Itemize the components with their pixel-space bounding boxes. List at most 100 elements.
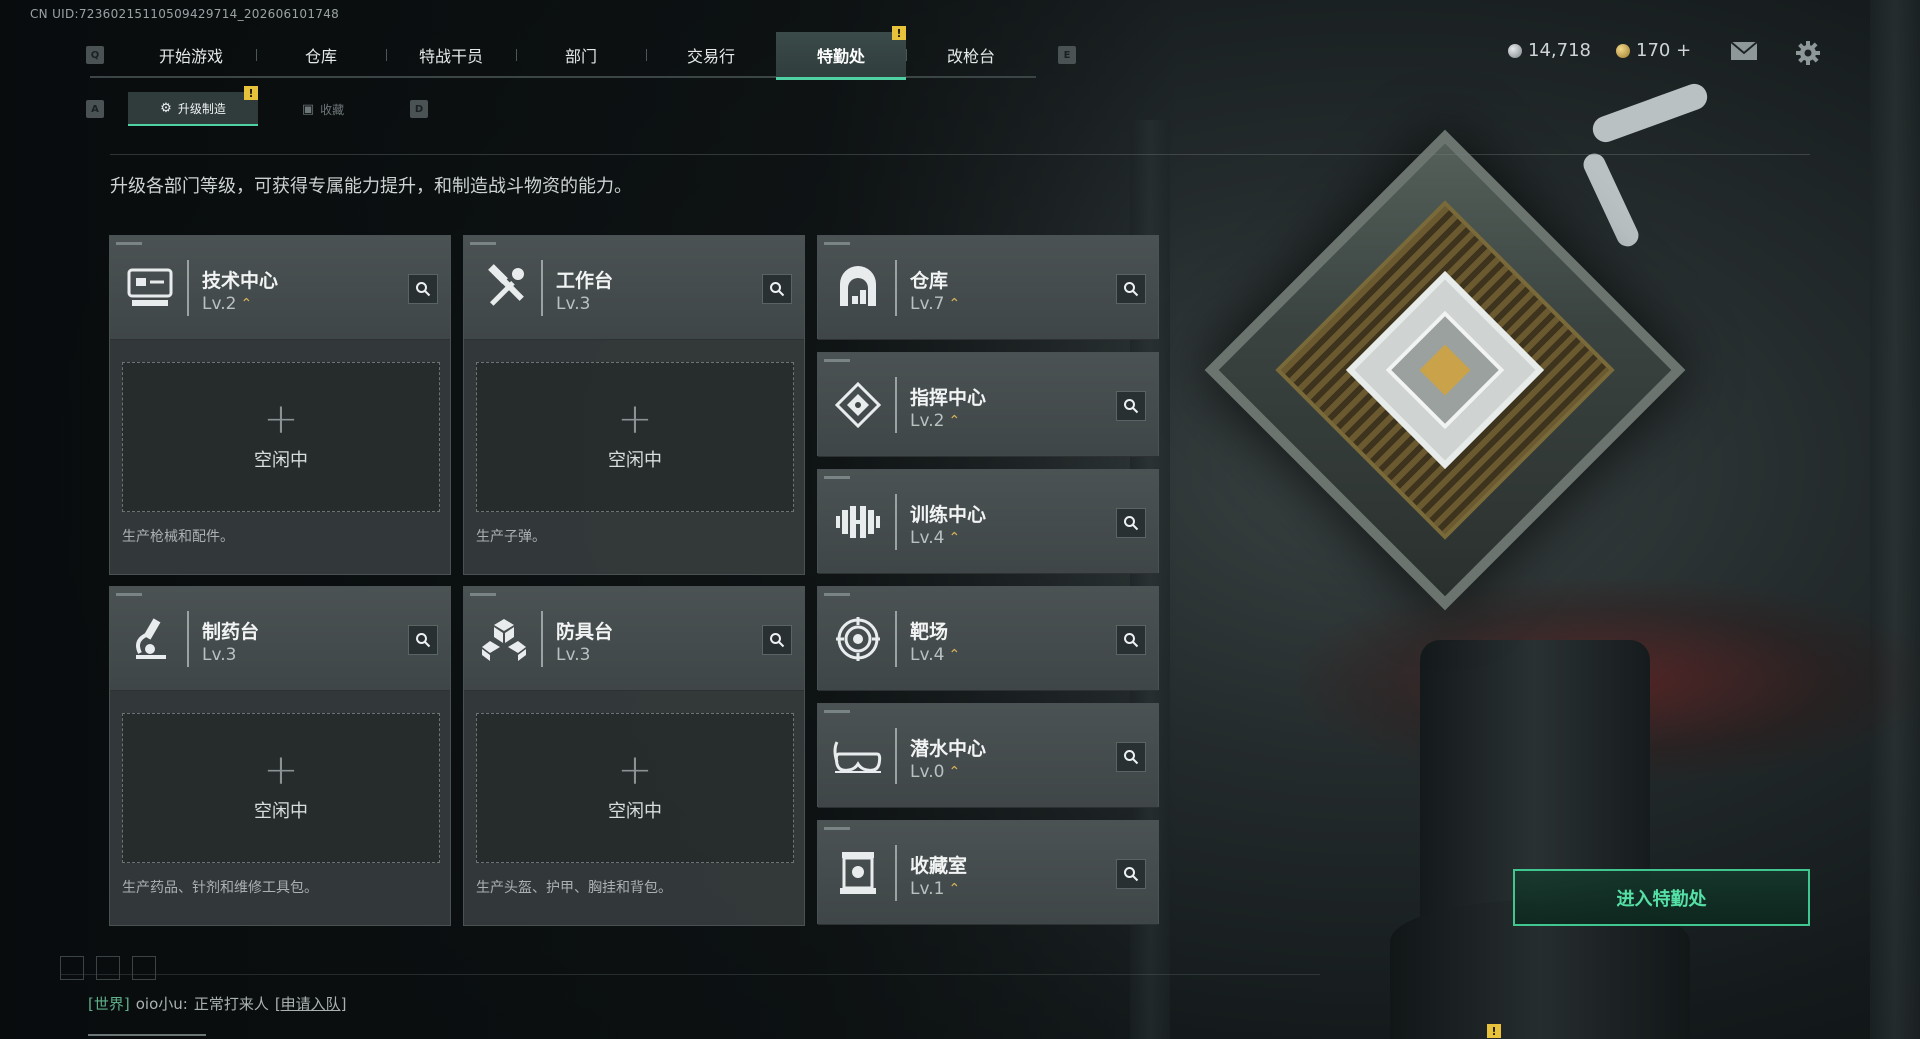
command-icon (832, 381, 884, 429)
subtab-upgrade[interactable]: ⚙ 升级制造 ! (128, 86, 258, 126)
dept-name: 制药台 (202, 621, 260, 643)
dept-name: 靶场 (910, 621, 949, 643)
production-slot[interactable]: + 空闲中 (122, 713, 440, 863)
search-icon[interactable] (408, 274, 438, 304)
page-description: 升级各部门等级，可获得专属能力提升，和制造战斗物资的能力。 (110, 176, 632, 197)
dept-level: Lv.0 (910, 762, 945, 782)
silver-currency: 14,718 (1508, 40, 1591, 61)
card-diving-center[interactable]: 潜水中心 Lv.0 ⌃ (817, 703, 1159, 808)
subtab-upgrade-label: 升级制造 (177, 101, 226, 116)
production-description: 生产药品、针剂和维修工具包。 (122, 880, 318, 896)
production-slot[interactable]: + 空闲中 (122, 362, 440, 512)
silver-coin-icon (1508, 43, 1522, 58)
tab-operators[interactable]: 特战干员 (386, 32, 516, 78)
slot-status: 空闲中 (254, 450, 308, 471)
key-hint-e: E (1058, 46, 1076, 64)
card-collection-room[interactable]: 收藏室 Lv.1 ⌃ (817, 820, 1159, 925)
chat-user: oio小u: (135, 995, 188, 1013)
upgrade-gear-icon: ⚙ (160, 100, 172, 116)
upgrade-available-icon: ⌃ (948, 881, 961, 897)
card-tech-center: 技术中心 Lv.2 ⌃ + 空闲中 生产枪械和配件。 (109, 235, 451, 575)
key-hint-d: D (410, 100, 428, 118)
add-icon: + (617, 394, 653, 443)
upgrade-available-icon: ⌃ (948, 647, 961, 663)
chat-input-bar[interactable] (88, 1034, 206, 1036)
collection-icon (832, 849, 884, 897)
card-training-center[interactable]: 训练中心 Lv.4 ⌃ (817, 469, 1159, 574)
dept-level: Lv.1 (910, 879, 945, 899)
upgrade-available-icon: ⌃ (948, 764, 961, 780)
card-warehouse[interactable]: 仓库 Lv.7 ⌃ (817, 235, 1159, 340)
slot-status: 空闲中 (608, 450, 662, 471)
add-icon: + (263, 394, 299, 443)
tab-gunsmith[interactable]: 改枪台 (906, 32, 1036, 78)
gold-currency[interactable]: 170 + (1616, 40, 1691, 61)
card-command-center[interactable]: 指挥中心 Lv.2 ⌃ (817, 352, 1159, 457)
search-icon[interactable] (1116, 625, 1146, 655)
tab-warehouse[interactable]: 仓库 (256, 32, 386, 78)
microscope-icon (124, 615, 176, 663)
search-icon[interactable] (1116, 859, 1146, 889)
subtab-alert-icon: ! (244, 86, 258, 100)
dept-name: 工作台 (556, 270, 614, 292)
slot-status: 空闲中 (254, 801, 308, 822)
add-icon: + (263, 745, 299, 794)
dept-name: 仓库 (910, 270, 949, 292)
key-hint-a: A (86, 100, 104, 118)
main-tabs: 开始游戏 仓库 特战干员 部门 交易行 特勤处 ! 改枪台 (126, 26, 1036, 80)
settings-gear-icon[interactable] (1795, 40, 1823, 65)
search-icon[interactable] (1116, 742, 1146, 772)
enter-special-ops-button[interactable]: 进入特勤处 (1513, 869, 1810, 926)
upgrade-available-icon: ⌃ (948, 413, 961, 429)
target-icon (832, 615, 884, 663)
production-slot[interactable]: + 空闲中 (476, 362, 794, 512)
divider (110, 154, 1810, 155)
search-icon[interactable] (1116, 508, 1146, 538)
upgrade-available-icon: ⌃ (948, 530, 961, 546)
dept-level: Lv.3 (556, 645, 591, 665)
card-shooting-range[interactable]: 靶场 Lv.4 ⌃ (817, 586, 1159, 691)
mail-icon[interactable] (1730, 40, 1758, 64)
search-icon[interactable] (1116, 391, 1146, 421)
dept-level: Lv.2 (910, 411, 945, 431)
dept-level: Lv.2 (202, 294, 237, 314)
dept-name: 防具台 (556, 621, 614, 643)
dept-level: Lv.4 (910, 645, 945, 665)
tab-alert-icon: ! (892, 26, 906, 40)
search-icon[interactable] (408, 625, 438, 655)
deco-square (60, 956, 84, 980)
dept-level: Lv.3 (556, 294, 591, 314)
dept-name: 潜水中心 (910, 738, 987, 760)
tab-special-ops[interactable]: 特勤处 ! (776, 26, 906, 80)
dept-level: Lv.7 (910, 294, 945, 314)
tab-trading[interactable]: 交易行 (646, 32, 776, 78)
gold-amount: 170 + (1636, 40, 1692, 61)
upgrade-available-icon: ⌃ (240, 296, 253, 312)
tools-icon (478, 264, 530, 312)
dept-name: 训练中心 (910, 504, 987, 526)
dept-name: 技术中心 (202, 270, 279, 292)
card-pharmacy: 制药台 Lv.3 + 空闲中 生产药品、针剂和维修工具包。 (109, 586, 451, 926)
card-workbench: 工作台 Lv.3 + 空闲中 生产子弹。 (463, 235, 805, 575)
card-armor-bench: 防具台 Lv.3 + 空闲中 生产头盔、护甲、胸挂和背包。 (463, 586, 805, 926)
world-chat: [世界] oio小u: 正常打来人 [申请入队] (88, 993, 347, 1014)
subtab-collect[interactable]: ▣ 收藏 (258, 92, 388, 126)
production-description: 生产子弹。 (476, 529, 546, 545)
chat-message: 正常打来人 (193, 995, 269, 1013)
search-icon[interactable] (762, 625, 792, 655)
subtab-collect-label: 收藏 (320, 102, 345, 117)
search-icon[interactable] (762, 274, 792, 304)
upgrade-available-icon: ⌃ (948, 296, 961, 312)
add-icon: + (617, 745, 653, 794)
apply-join-link[interactable]: [申请入队] (275, 993, 347, 1014)
collect-icon: ▣ (301, 101, 315, 117)
slot-status: 空闲中 (608, 801, 662, 822)
production-slot[interactable]: + 空闲中 (476, 713, 794, 863)
divider (60, 974, 1320, 975)
deco-square (96, 956, 120, 980)
search-icon[interactable] (1116, 274, 1146, 304)
tab-departments[interactable]: 部门 (516, 32, 646, 78)
tab-start-game[interactable]: 开始游戏 (126, 32, 256, 78)
uid-label: CN UID:7236021511050942971​4_20260610174… (30, 7, 340, 21)
bottom-alert-icon: ! (1487, 1024, 1501, 1038)
